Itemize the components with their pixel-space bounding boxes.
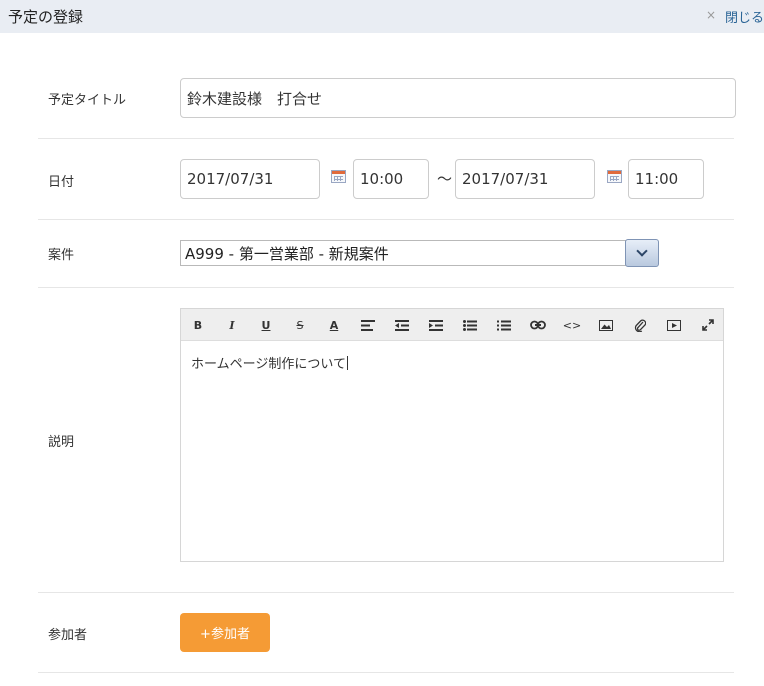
close-button[interactable]: 閉じる (725, 7, 764, 26)
end-date-input[interactable]: 2017/07/31 (455, 159, 595, 199)
description-text: ホームページ制作について (191, 357, 346, 372)
participants-label: 参加者 (48, 628, 88, 643)
row-divider (38, 138, 734, 139)
font-color-button[interactable]: A (325, 317, 343, 333)
description-label: 説明 (48, 435, 75, 450)
case-dropdown-button[interactable] (625, 239, 659, 267)
code-icon[interactable]: <> (563, 317, 581, 333)
add-participant-button[interactable]: +参加者 (180, 613, 270, 652)
bullet-list-icon[interactable] (461, 317, 479, 333)
numbered-list-icon[interactable] (495, 317, 513, 333)
editor-toolbar: B I U S A <> (181, 309, 723, 341)
outdent-icon[interactable] (393, 317, 411, 333)
case-select[interactable]: A999 - 第一営業部 - 新規案件 (180, 240, 626, 266)
end-time-input[interactable]: 11:00 (628, 159, 704, 199)
video-icon[interactable] (665, 317, 683, 333)
image-icon[interactable] (597, 317, 615, 333)
text-caret (346, 356, 348, 370)
attachment-icon[interactable] (631, 317, 649, 333)
editor-content[interactable]: ホームページ制作について (191, 353, 348, 372)
date-label: 日付 (48, 175, 75, 190)
start-date-value: 2017/07/31 (187, 170, 274, 188)
row-divider (38, 287, 734, 288)
underline-button[interactable]: U (257, 317, 275, 333)
link-icon[interactable] (529, 317, 547, 333)
end-time-value: 11:00 (635, 170, 679, 188)
end-date-value: 2017/07/31 (462, 170, 549, 188)
row-divider (38, 672, 734, 673)
close-icon[interactable]: × (706, 8, 716, 22)
title-input-value: 鈴木建設様 打合せ (187, 89, 323, 108)
start-time-value: 10:00 (360, 170, 404, 188)
case-select-value: A999 - 第一営業部 - 新規案件 (185, 244, 389, 263)
bold-button[interactable]: B (189, 317, 207, 333)
italic-button[interactable]: I (223, 317, 241, 333)
title-input[interactable]: 鈴木建設様 打合せ (180, 78, 736, 118)
strikethrough-button[interactable]: S (291, 317, 309, 333)
calendar-icon[interactable] (331, 170, 346, 183)
start-date-input[interactable]: 2017/07/31 (180, 159, 320, 199)
case-label: 案件 (48, 248, 75, 263)
fullscreen-icon[interactable] (699, 317, 717, 333)
chevron-down-icon (636, 245, 648, 257)
title-label: 予定タイトル (48, 93, 127, 108)
range-separator: ～ (437, 170, 453, 188)
indent-icon[interactable] (427, 317, 445, 333)
dialog-header: 予定の登録 × 閉じる (0, 0, 764, 33)
calendar-icon[interactable] (607, 170, 622, 183)
description-editor[interactable]: B I U S A <> ホームページ制作について (180, 308, 724, 562)
dialog-title: 予定の登録 (8, 8, 84, 26)
row-divider (38, 219, 734, 220)
start-time-input[interactable]: 10:00 (353, 159, 429, 199)
align-left-icon[interactable] (359, 317, 377, 333)
row-divider (38, 592, 734, 593)
